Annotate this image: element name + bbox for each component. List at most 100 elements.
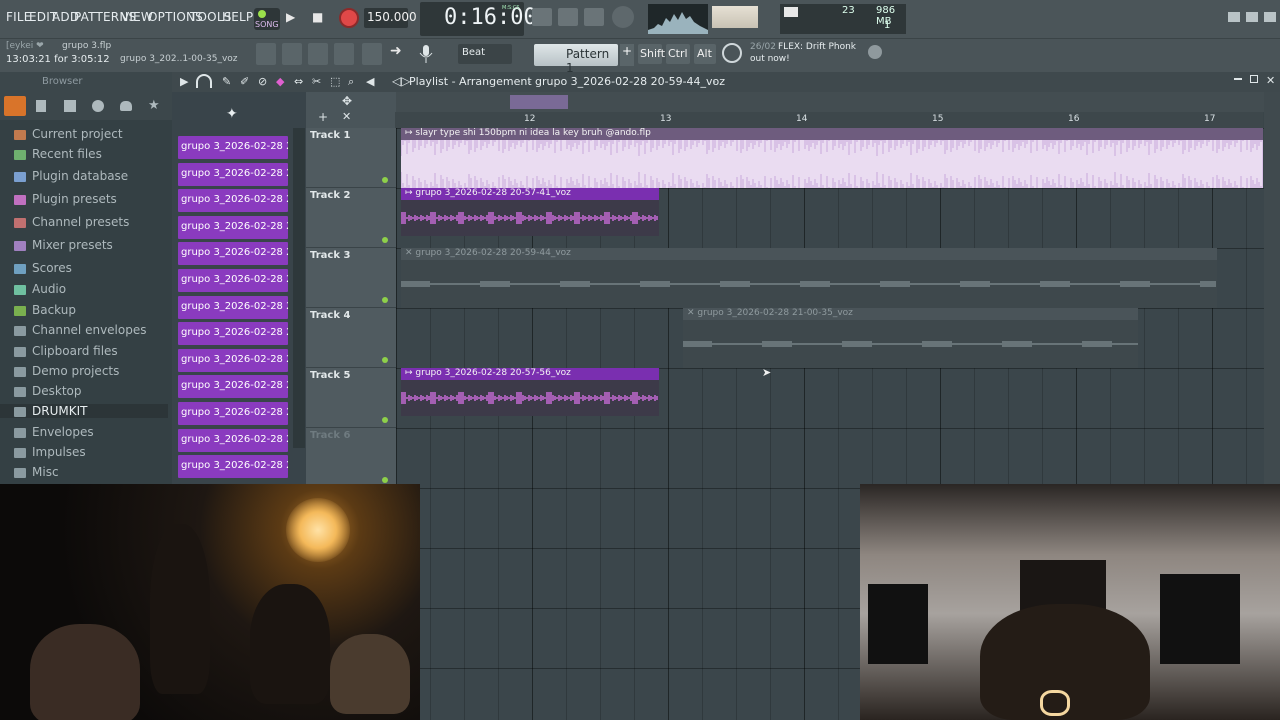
browser-item[interactable]: Channel envelopes — [14, 323, 146, 337]
browser-item[interactable]: Recent files — [14, 147, 102, 161]
song-mode-toggle[interactable]: SONG — [254, 8, 280, 30]
mixer-icon[interactable] — [334, 43, 354, 65]
clip-menu-icon[interactable]: ↦ — [405, 368, 415, 378]
browser-item[interactable]: Plugin database — [14, 169, 128, 183]
track-label[interactable]: Track 4 — [310, 310, 350, 321]
browser-all-tab-icon[interactable] — [4, 96, 26, 116]
news-subline[interactable]: out now! — [750, 54, 790, 64]
snap-selector[interactable]: Beat — [458, 44, 512, 64]
add-pattern-button[interactable]: + — [620, 44, 634, 66]
browser-item[interactable]: DRUMKIT — [0, 404, 168, 418]
playlist-maximize-button[interactable] — [1250, 75, 1258, 83]
clip-menu-icon[interactable]: ↦ — [405, 128, 415, 138]
piano-roll-icon[interactable] — [308, 43, 328, 65]
countdown-icon[interactable] — [558, 8, 578, 26]
shift-key-button[interactable]: Shift — [638, 44, 665, 64]
record-button[interactable] — [339, 8, 359, 28]
browser-favorites-star-icon[interactable]: ★ — [148, 98, 160, 113]
slice-tool-icon[interactable]: ✂ — [312, 75, 321, 88]
pattern-selector[interactable]: Pattern 1 — [534, 44, 618, 75]
ctrl-key-button[interactable]: Ctrl — [666, 44, 690, 64]
browser-item[interactable]: Envelopes — [14, 425, 94, 439]
typing-keyboard-icon[interactable] — [532, 8, 552, 26]
clip-muted-icon[interactable]: ✕ — [687, 308, 697, 318]
playback-tool-icon[interactable]: ◀ — [366, 75, 374, 88]
picker-center-icon[interactable]: ✦ — [226, 106, 238, 122]
browser-files-tab-icon[interactable] — [36, 100, 46, 112]
maximize-button[interactable] — [1246, 12, 1258, 22]
browser-audio-tab-icon[interactable] — [64, 100, 76, 112]
close-button[interactable] — [1264, 12, 1276, 22]
browser-plugins-tab-icon[interactable] — [92, 100, 104, 112]
menu-help[interactable]: HELP — [222, 10, 253, 24]
track-led-icon[interactable] — [382, 237, 388, 243]
magnet-snap-icon[interactable] — [196, 74, 212, 88]
picker-clip[interactable]: grupo 3_2026-02-28 20-... — [178, 322, 288, 346]
track-led-icon[interactable] — [382, 297, 388, 303]
audio-clip[interactable]: ↦ grupo 3_2026-02-28 20-57-41_voz — [401, 188, 659, 236]
clip-muted-icon[interactable]: ✕ — [405, 248, 415, 258]
select-tool-icon[interactable]: ⬚ — [330, 75, 340, 88]
loop-record-icon[interactable] — [584, 8, 604, 26]
browser-item[interactable]: Demo projects — [14, 364, 119, 378]
playlist-close-button[interactable]: ✕ — [1266, 74, 1275, 87]
timeline-scrollbar[interactable] — [396, 92, 1264, 112]
track-led-icon[interactable] — [382, 477, 388, 483]
clip-header[interactable]: ↦ slayr type shi 150bpm ni idea la key b… — [401, 128, 1263, 140]
browser-item[interactable]: Plugin presets — [14, 192, 117, 206]
playlist-minimize-button[interactable] — [1234, 78, 1242, 80]
picker-clip[interactable]: grupo 3_2026-02-28 20-... — [178, 242, 288, 266]
delete-tool-icon[interactable]: ⊘ — [258, 75, 267, 88]
browser-cloud-tab-icon[interactable] — [120, 101, 132, 111]
move-arrows-icon[interactable]: ✥ — [342, 94, 352, 108]
microphone-icon[interactable] — [416, 43, 436, 65]
news-headline[interactable]: FLEX: Drift Phonk — [778, 42, 856, 52]
picker-clip[interactable]: grupo 3_2026-02-28 20-... — [178, 189, 288, 213]
track-label[interactable]: Track 3 — [310, 250, 350, 261]
playlist-menu-arrow-icon[interactable]: ▶ — [180, 75, 188, 88]
browser-item[interactable]: Mixer presets — [14, 238, 113, 252]
draw-tool-icon[interactable]: ✎ — [222, 75, 231, 88]
news-icon[interactable] — [722, 43, 742, 63]
browser-item[interactable]: Channel presets — [14, 215, 129, 229]
browser-item[interactable]: Desktop — [14, 384, 82, 398]
arrow-right-icon[interactable]: ➜ — [390, 43, 410, 65]
playlist-icon[interactable] — [256, 43, 276, 65]
picker-clip[interactable]: grupo 3_2026-02-28 20-... — [178, 428, 288, 452]
audio-clip[interactable]: ✕ grupo 3_2026-02-28 20-59-44_voz — [401, 248, 1217, 308]
picker-clip[interactable]: grupo 3_2026-02-28 20-... — [178, 375, 288, 399]
globe-icon[interactable] — [868, 45, 882, 59]
picker-clip[interactable]: grupo 3_2026-02-28 20-... — [178, 348, 288, 372]
plugin-picker-icon[interactable] — [362, 43, 382, 65]
menu-file[interactable]: FILE — [6, 10, 32, 24]
stop-button[interactable]: ■ — [312, 10, 330, 28]
clip-header[interactable]: ✕ grupo 3_2026-02-28 21-00-35_voz — [683, 308, 1138, 320]
picker-clip[interactable]: grupo 3_2026-02-28 20-... — [178, 162, 288, 186]
picker-clip[interactable]: grupo 3_2026-02-28 20-... — [178, 455, 288, 479]
clip-header[interactable]: ↦ grupo 3_2026-02-28 20-57-56_voz — [401, 368, 659, 380]
browser-item[interactable]: Audio — [14, 282, 66, 296]
audio-clip[interactable]: ↦ grupo 3_2026-02-28 20-57-56_voz — [401, 368, 659, 416]
metronome-icon[interactable] — [612, 6, 634, 28]
browser-item[interactable]: Scores — [14, 261, 72, 275]
track-label[interactable]: Track 2 — [310, 190, 350, 201]
remove-track-icon[interactable]: ✕ — [342, 110, 351, 123]
add-track-icon[interactable]: + — [318, 110, 328, 124]
track-led-icon[interactable] — [382, 177, 388, 183]
clip-header[interactable]: ✕ grupo 3_2026-02-28 20-59-44_voz — [401, 248, 1217, 260]
picker-clip[interactable]: grupo 3_2026-02-28 20-... — [178, 269, 288, 292]
track-label[interactable]: Track 6 — [310, 430, 350, 441]
zoom-tool-icon[interactable]: ⌕ — [348, 75, 354, 89]
track-led-icon[interactable] — [382, 417, 388, 423]
picker-clip[interactable]: grupo 3_2026-02-28 20-... — [178, 402, 288, 425]
browser-item[interactable]: Clipboard files — [14, 344, 118, 358]
picker-clip[interactable]: grupo 3_2026-02-28 20-... — [178, 215, 288, 239]
track-label[interactable]: Track 5 — [310, 370, 350, 381]
clip-header[interactable]: ↦ grupo 3_2026-02-28 20-57-41_voz — [401, 188, 659, 200]
paint-tool-icon[interactable]: ✐ — [240, 75, 249, 88]
audio-clip[interactable]: ✕ grupo 3_2026-02-28 21-00-35_voz — [683, 308, 1138, 368]
arrangement-arrows-icon[interactable]: ◁▷ — [392, 74, 410, 88]
minimize-button[interactable] — [1228, 12, 1240, 22]
browser-item[interactable]: Backup — [14, 303, 76, 317]
mute-tool-icon[interactable]: ◆ — [276, 75, 284, 88]
